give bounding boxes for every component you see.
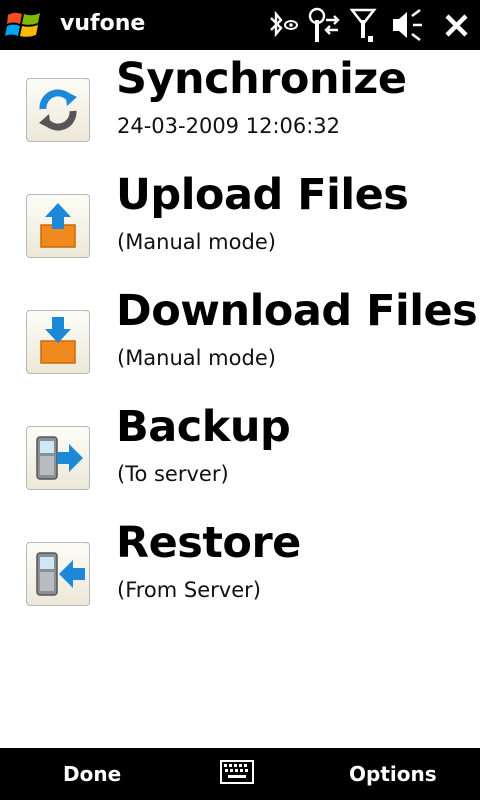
app-title: vufone xyxy=(60,11,146,36)
item-title: Synchronize xyxy=(116,54,407,104)
upload-icon xyxy=(26,194,90,258)
item-subtitle: (Manual mode) xyxy=(117,346,276,370)
restore-phone-icon xyxy=(26,542,90,606)
options-softkey[interactable]: Options xyxy=(349,762,437,786)
download-icon xyxy=(26,310,90,374)
title-bar: vufone xyxy=(0,0,480,50)
signal-icon[interactable] xyxy=(349,6,378,44)
menu-item-upload-files[interactable]: Upload Files (Manual mode) xyxy=(0,168,480,284)
menu-item-restore[interactable]: Restore (From Server) xyxy=(0,516,480,632)
synchronize-icon xyxy=(26,78,90,142)
volume-icon[interactable] xyxy=(390,6,424,44)
menu-item-backup[interactable]: Backup (To server) xyxy=(0,400,480,516)
item-subtitle: 24-03-2009 12:06:32 xyxy=(117,114,341,138)
softkey-bar: Done Options xyxy=(0,748,480,800)
item-subtitle: (To server) xyxy=(117,462,229,486)
backup-phone-icon xyxy=(26,426,90,490)
menu-item-synchronize[interactable]: Synchronize 24-03-2009 12:06:32 xyxy=(0,52,480,168)
windows-start-icon[interactable] xyxy=(4,5,46,45)
close-icon[interactable] xyxy=(442,6,472,44)
item-title: Restore xyxy=(116,518,301,568)
item-subtitle: (From Server) xyxy=(117,578,261,602)
item-subtitle: (Manual mode) xyxy=(117,230,276,254)
done-softkey[interactable]: Done xyxy=(63,762,121,786)
menu-item-download-files[interactable]: Download Files (Manual mode) xyxy=(0,284,480,400)
keyboard-icon[interactable] xyxy=(220,760,254,788)
item-title: Backup xyxy=(116,402,291,452)
connectivity-icon[interactable] xyxy=(306,6,342,44)
item-title: Upload Files xyxy=(116,170,409,220)
item-title: Download Files xyxy=(116,286,478,336)
bluetooth-icon[interactable] xyxy=(266,6,300,44)
